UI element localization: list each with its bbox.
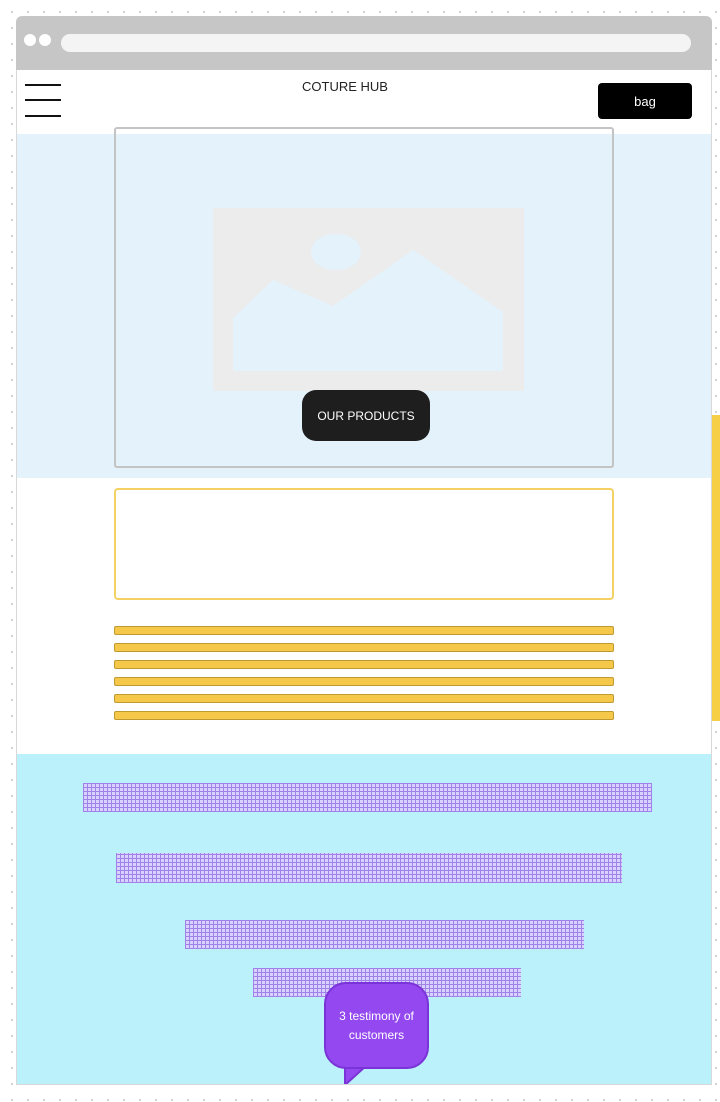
window-dot-icon bbox=[24, 34, 36, 46]
hero-section: OUR PRODUCTS bbox=[17, 127, 711, 478]
side-accent-bar bbox=[712, 415, 720, 721]
browser-chrome bbox=[16, 16, 712, 70]
text-line bbox=[114, 626, 614, 635]
page-frame: COTURE HUB bag OUR PRODUCTS 3 testimony … bbox=[16, 70, 712, 1085]
text-line bbox=[114, 660, 614, 669]
text-line bbox=[114, 711, 614, 720]
window-dot-icon bbox=[39, 34, 51, 46]
address-bar[interactable] bbox=[61, 34, 691, 52]
testimony-speech-bubble: 3 testimony of customers bbox=[324, 982, 429, 1069]
hero-card: OUR PRODUCTS bbox=[114, 127, 614, 468]
text-line bbox=[114, 643, 614, 652]
brand-title: COTURE HUB bbox=[302, 79, 388, 94]
testimonials-section: 3 testimony of customers bbox=[17, 754, 711, 1084]
text-line bbox=[114, 677, 614, 686]
testimonial-placeholder bbox=[116, 853, 622, 883]
site-header: COTURE HUB bag bbox=[17, 70, 711, 134]
about-section bbox=[17, 478, 711, 754]
image-placeholder-icon bbox=[213, 208, 524, 391]
content-box bbox=[114, 488, 614, 600]
testimonial-placeholder bbox=[83, 783, 652, 812]
testimonial-placeholder bbox=[185, 920, 584, 949]
text-line bbox=[114, 694, 614, 703]
bag-button[interactable]: bag bbox=[598, 83, 692, 119]
our-products-button[interactable]: OUR PRODUCTS bbox=[302, 390, 430, 441]
